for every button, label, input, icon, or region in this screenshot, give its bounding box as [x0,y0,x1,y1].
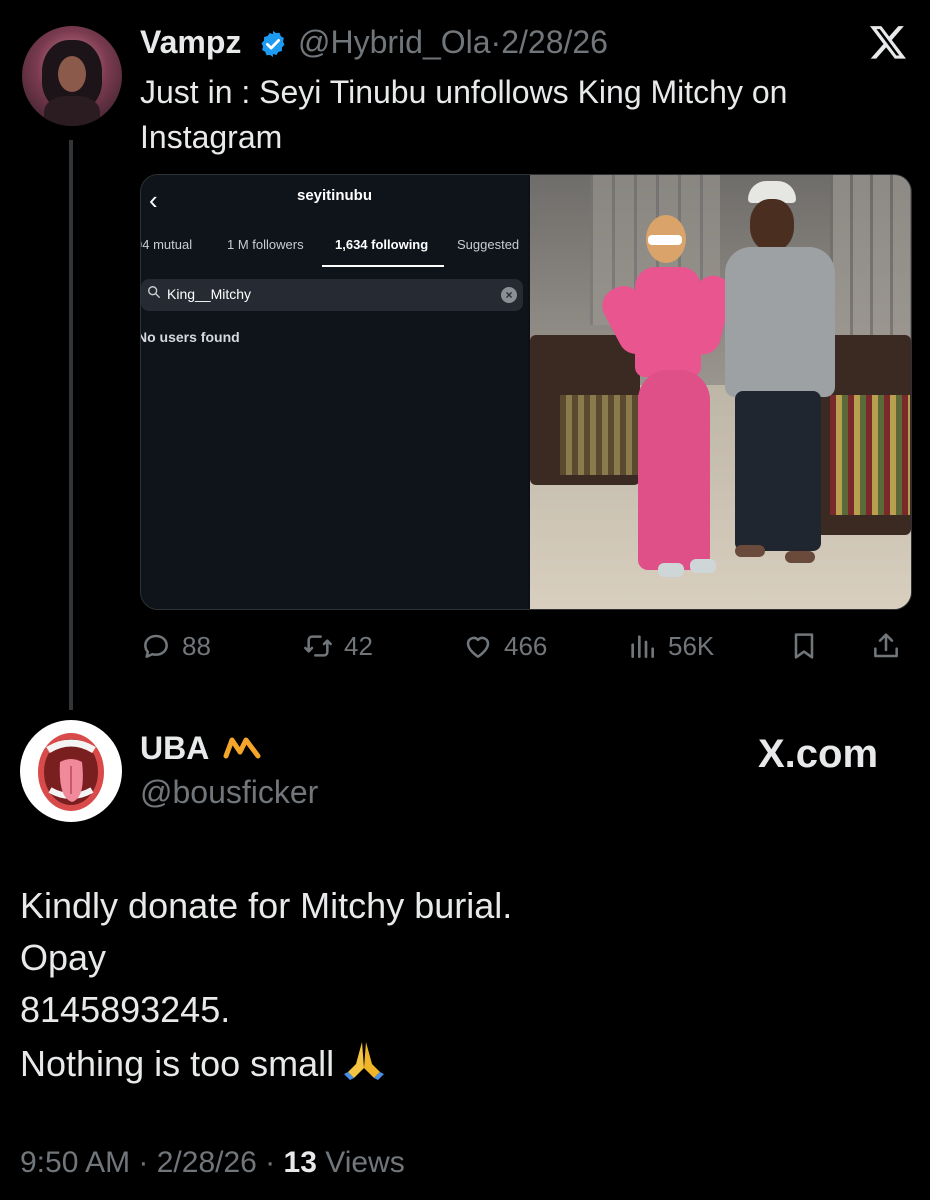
ig-tabs: 94 mutual 1 M followers 1,634 following … [141,237,528,267]
author-name[interactable]: Vampz [140,24,241,61]
avatar-vampz[interactable] [22,26,122,126]
photo-man-jeans [735,391,821,551]
photo-woman-glasses [648,235,682,245]
tweet-date[interactable]: 2/28/26 [157,1146,257,1179]
views-label: Views [325,1146,405,1179]
tweet-text: Kindly donate for Mitchy burial. Opay 81… [20,880,900,1090]
tweet-date[interactable]: 2/28/26 [501,24,608,60]
photo-woman-shoe-left [658,563,684,577]
photo-woman-shoe-right [690,559,716,573]
tweet-line-4-text: Nothing is too small [20,1043,335,1084]
photo-man-shirt [725,247,835,397]
tweet-line-2: Opay [20,937,107,978]
tweet-line-3: 8145893245. [20,989,231,1030]
photo-lattice-right [830,175,911,345]
mouth-tongue-icon [38,733,104,811]
avatar-face [58,56,86,92]
handle-and-date[interactable]: @Hybrid_Ola·2/28/26 [298,24,608,61]
verified-badge-icon [261,30,285,58]
tweet-media[interactable]: ‹ seyitinubu 94 mutual 1 M followers 1,6… [140,174,912,610]
ig-search-field: King__Mitchy × [141,279,523,311]
reply-button[interactable]: 88 [140,624,211,668]
views-count: 56K [668,630,715,661]
like-icon [466,636,490,658]
tweet-time[interactable]: 9:50 AM [20,1146,130,1179]
repost-icon [304,635,332,657]
instagram-screenshot: ‹ seyitinubu 94 mutual 1 M followers 1,6… [141,175,528,609]
bookmark-icon [794,633,814,659]
photo-chair-fabric [830,395,910,515]
like-button[interactable]: 466 [462,624,547,668]
views-count: 13 [283,1146,317,1179]
ig-no-results: No users found [140,329,240,345]
thread-connector-line [69,140,73,710]
tweet-actions: 88 42 466 56K [140,624,910,668]
tweet-text: Just in : Seyi Tinubu unfollows King Mit… [140,74,788,155]
ig-tab-mutual: 94 mutual [140,237,193,252]
tweet-meta: 9:50 AM · 2/28/26 · 13 Views [20,1146,405,1179]
separator: · [490,24,502,60]
tweet-line-4: Nothing is too small [20,1036,900,1090]
share-icon [874,633,898,658]
author-handle[interactable]: @bousficker [140,774,318,811]
praying-hands-icon [344,1042,385,1080]
photo-woman-pants [638,370,710,570]
search-icon [148,286,160,298]
avatar-uba[interactable] [20,720,122,822]
xcom-watermark: X.com [758,732,879,776]
photo-man-shoe-left [735,545,765,557]
share-button[interactable] [870,624,912,668]
avatar-body [44,96,100,126]
reply-count: 88 [182,630,211,661]
views-button[interactable]: 56K [626,624,714,668]
like-count: 466 [504,630,548,661]
photo-couple [530,175,911,609]
clear-icon: × [501,287,517,303]
views-icon [631,635,654,658]
photo-man-shoe-right [785,551,815,563]
author-name[interactable]: UBA [140,730,209,767]
ig-tab-following: 1,634 following [335,237,429,252]
x-logo-icon[interactable] [868,22,908,62]
author-handle[interactable]: @Hybrid_Ola [298,24,491,60]
ig-tab-suggested: Suggested [457,237,520,252]
ig-username: seyitinubu [296,187,372,204]
reply-icon [144,634,168,658]
ig-search-value: King__Mitchy [167,286,252,302]
crown-icon [223,737,261,759]
photo-chair-seat [560,395,640,475]
ig-active-tab-underline [322,265,444,267]
photo-man-head [750,199,794,251]
bookmark-button[interactable] [788,624,830,668]
repost-button[interactable]: 42 [302,624,373,668]
repost-count: 42 [344,630,373,661]
tweet-line-1: Kindly donate for Mitchy burial. [20,885,513,926]
ig-tab-followers: 1 M followers [227,237,304,252]
